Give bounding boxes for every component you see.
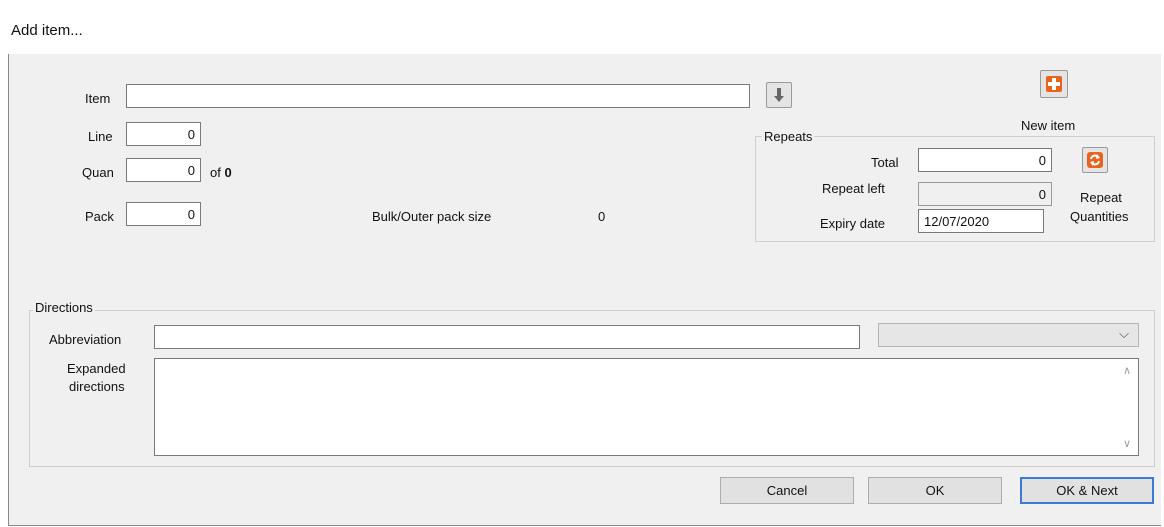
bulk-value: 0: [598, 209, 606, 224]
scroll-down-icon[interactable]: ∨: [1123, 437, 1131, 450]
quan-of-value: 0: [224, 165, 232, 180]
expanded-directions-wrap: ∧ ∨: [154, 358, 1139, 456]
expiry-date-label: Expiry date: [820, 216, 886, 231]
plus-icon: [1046, 76, 1062, 92]
quan-of-text: of 0: [210, 165, 232, 180]
title-bar: Add item...: [0, 0, 1164, 42]
repeat-quantities-label-1: Repeat: [1080, 190, 1122, 205]
quan-label: Quan: [82, 165, 114, 180]
new-item-button[interactable]: [1040, 70, 1068, 98]
repeat-left-label: Repeat left: [822, 181, 885, 196]
repeat-quantities-button[interactable]: [1082, 147, 1108, 173]
new-item-label: New item: [1021, 118, 1076, 133]
ok-button[interactable]: OK: [868, 477, 1002, 504]
expanded-label-1: Expanded: [67, 361, 126, 376]
repeat-quantities-label-2: Quantities: [1070, 209, 1129, 224]
repeats-total-label: Total: [871, 155, 899, 170]
bulk-label: Bulk/Outer pack size: [372, 209, 492, 224]
expanded-directions-input[interactable]: [154, 358, 1139, 456]
pack-input[interactable]: [126, 202, 201, 226]
scroll-up-icon[interactable]: ∧: [1123, 364, 1131, 377]
item-label: Item: [85, 91, 111, 106]
refresh-icon: [1087, 152, 1103, 168]
add-item-dialog: Item New item Line Quan of 0 Pack Bulk/O…: [8, 54, 1161, 526]
expiry-date-input[interactable]: [918, 209, 1044, 233]
directions-title: Directions: [33, 300, 95, 315]
repeats-total-input[interactable]: [918, 148, 1052, 172]
directions-dropdown[interactable]: ⌵: [878, 323, 1139, 347]
item-input[interactable]: [126, 84, 750, 108]
cancel-button[interactable]: Cancel: [720, 477, 854, 504]
pack-label: Pack: [85, 209, 114, 224]
expanded-label-2: directions: [69, 379, 125, 394]
down-arrow-icon: [774, 88, 784, 102]
abbreviation-input[interactable]: [154, 325, 860, 349]
quan-input[interactable]: [126, 158, 201, 182]
line-input[interactable]: [126, 122, 201, 146]
window-title: Add item...: [11, 22, 83, 39]
chevron-down-icon: ⌵: [1119, 326, 1129, 341]
ok-next-button[interactable]: OK & Next: [1020, 477, 1154, 504]
repeat-left-input: [918, 182, 1052, 206]
item-lookup-button[interactable]: [766, 82, 792, 108]
quan-of-prefix: of: [210, 165, 221, 180]
abbreviation-label: Abbreviation: [49, 332, 122, 347]
repeats-title: Repeats: [762, 129, 815, 144]
line-label: Line: [88, 129, 113, 144]
